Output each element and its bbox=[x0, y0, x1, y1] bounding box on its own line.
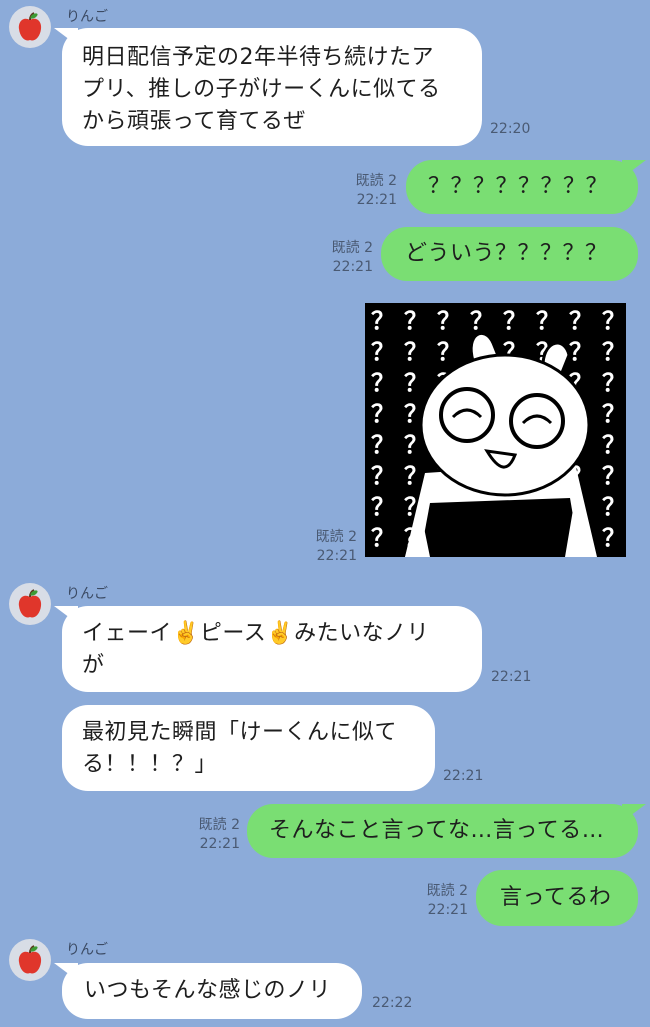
read-label: 既読 2 bbox=[355, 173, 397, 189]
sticker-question-mark: ？ bbox=[437, 307, 461, 335]
message-time: 22:21 bbox=[491, 669, 532, 685]
sticker-question-mark: ？ bbox=[602, 493, 626, 521]
sticker-question-mark: ？ bbox=[404, 369, 428, 397]
read-label: 既読 2 bbox=[426, 883, 468, 899]
message-bubble-outgoing[interactable]: どういう？？？？？ bbox=[381, 227, 638, 281]
sticker-question-mark: ？ bbox=[602, 338, 626, 366]
sticker-question-mark: ？ bbox=[371, 307, 395, 335]
message-time: 22:21 bbox=[443, 768, 484, 784]
sticker-question-mark: ？ bbox=[503, 307, 527, 335]
message-bubble-outgoing[interactable]: 言ってるわ bbox=[476, 870, 638, 926]
message-bubble-outgoing[interactable]: ？？？？？？？？ bbox=[406, 160, 638, 214]
sticker-question-mark: ？ bbox=[371, 369, 395, 397]
sticker-question-mark: ？ bbox=[404, 338, 428, 366]
read-receipt: 既読 2 22:21 bbox=[411, 882, 468, 920]
read-receipt: 既読 2 22:21 bbox=[183, 816, 240, 854]
sticker-question-mark: ？ bbox=[371, 524, 395, 552]
sticker-question-mark: ？ bbox=[470, 307, 494, 335]
sticker-question-mark: ？ bbox=[602, 369, 626, 397]
apple-icon bbox=[18, 12, 42, 41]
message-time: 22:20 bbox=[490, 121, 531, 137]
read-receipt: 既読 2 22:21 bbox=[316, 239, 373, 277]
message-time: 22:21 bbox=[332, 259, 373, 275]
read-receipt: 既読 2 22:21 bbox=[340, 172, 397, 210]
panda-sticker: ？？？？？？？？？？？？？？？？？？？？？？？？？？？？？？？？？？？？？？？？… bbox=[371, 307, 626, 557]
sticker-question-mark: ？ bbox=[602, 431, 626, 459]
sticker-question-mark: ？ bbox=[371, 338, 395, 366]
sticker-question-mark: ？ bbox=[371, 493, 395, 521]
contact-avatar[interactable] bbox=[9, 939, 51, 981]
contact-avatar[interactable] bbox=[9, 6, 51, 48]
message-bubble-incoming[interactable]: 明日配信予定の2年半待ち続けたア プリ、推しの子がけーくんに似てる から頑張って… bbox=[62, 28, 482, 146]
sender-name: りんご bbox=[66, 586, 108, 602]
sticker-question-mark: ？ bbox=[404, 307, 428, 335]
sticker-question-mark: ？ bbox=[536, 307, 560, 335]
sticker-question-mark: ？ bbox=[602, 462, 626, 490]
apple-icon bbox=[18, 589, 42, 618]
read-label: 既読 2 bbox=[198, 817, 240, 833]
message-bubble-incoming[interactable]: イェーイ✌️ピース✌️みたいなノリ が bbox=[62, 606, 482, 692]
sticker-question-mark: ？ bbox=[602, 524, 626, 552]
sticker-image[interactable]: ？？？？？？？？？？？？？？？？？？？？？？？？？？？？？？？？？？？？？？？？… bbox=[365, 303, 626, 557]
sticker-question-mark: ？ bbox=[569, 307, 593, 335]
read-label: 既読 2 bbox=[331, 240, 373, 256]
sender-name: りんご bbox=[66, 9, 108, 25]
message-time: 22:21 bbox=[427, 902, 468, 918]
message-bubble-outgoing[interactable]: そんなこと言ってな…言ってる… bbox=[247, 804, 638, 858]
sticker-question-mark: ？ bbox=[371, 462, 395, 490]
contact-avatar[interactable] bbox=[9, 583, 51, 625]
message-time: 22:21 bbox=[316, 548, 357, 564]
sticker-question-mark: ？ bbox=[437, 338, 461, 366]
message-bubble-incoming[interactable]: 最初見た瞬間「けーくんに似て る！！！？」 bbox=[62, 705, 435, 791]
message-bubble-incoming[interactable]: いつもそんな感じのノリ bbox=[62, 963, 362, 1019]
sticker-question-mark: ？ bbox=[569, 338, 593, 366]
message-time: 22:22 bbox=[372, 995, 413, 1011]
sticker-question-mark: ？ bbox=[602, 307, 626, 335]
message-time: 22:21 bbox=[199, 836, 240, 852]
sticker-question-mark: ？ bbox=[602, 400, 626, 428]
sticker-question-mark: ？ bbox=[371, 431, 395, 459]
sender-name: りんご bbox=[66, 942, 108, 958]
apple-icon bbox=[18, 945, 42, 974]
read-receipt: 既読 2 22:21 bbox=[300, 528, 357, 566]
sticker-question-mark: ？ bbox=[371, 400, 395, 428]
read-label: 既読 2 bbox=[315, 529, 357, 545]
message-time: 22:21 bbox=[356, 192, 397, 208]
